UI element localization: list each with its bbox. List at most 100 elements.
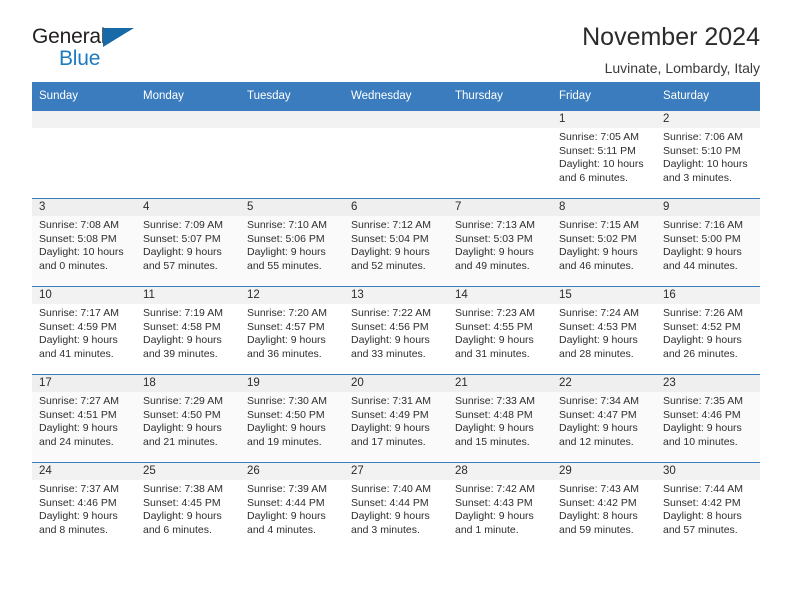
calendar-day-cell[interactable]: 13 Sunrise: 7:22 AM Sunset: 4:56 PM Dayligh… xyxy=(344,286,448,375)
calendar-body: 1 Sunrise: 7:05 AM Sunset: 5:11 PM Daylight… xyxy=(32,110,760,550)
day-detail-line: Sunrise: 7:10 AM xyxy=(247,219,327,231)
day-detail-line: Sunset: 5:00 PM xyxy=(663,232,741,245)
calendar-day-cell[interactable]: 6 Sunrise: 7:12 AM Sunset: 5:04 PM Daylight… xyxy=(344,198,448,287)
calendar-day-cell[interactable]: 28 Sunrise: 7:42 AM Sunset: 4:43 PM Dayligh… xyxy=(448,462,552,550)
calendar-day-cell[interactable]: 4 Sunrise: 7:09 AM Sunset: 5:07 PM Daylight… xyxy=(136,198,240,287)
calendar-day-cell[interactable]: 29 Sunrise: 7:43 AM Sunset: 4:42 PM Dayligh… xyxy=(552,462,656,550)
day-cell-details: Sunrise: 7:15 AM Sunset: 5:02 PM Daylight:… xyxy=(552,216,656,286)
day-detail-line: Sunrise: 7:35 AM xyxy=(663,395,743,407)
calendar-day-cell[interactable]: 5 Sunrise: 7:10 AM Sunset: 5:06 PM Daylight… xyxy=(240,198,344,287)
day-detail-line: and 24 minutes. xyxy=(39,435,114,448)
day-cell-inner: 7 Sunrise: 7:13 AM Sunset: 5:03 PM Daylight… xyxy=(448,199,552,286)
calendar-day-cell[interactable]: 18 Sunrise: 7:29 AM Sunset: 4:50 PM Dayligh… xyxy=(136,374,240,463)
calendar-day-cell[interactable]: 22 Sunrise: 7:34 AM Sunset: 4:47 PM Dayligh… xyxy=(552,374,656,463)
calendar-day-cell[interactable]: 27 Sunrise: 7:40 AM Sunset: 4:44 PM Dayligh… xyxy=(344,462,448,550)
calendar-day-cell[interactable]: 17 Sunrise: 7:27 AM Sunset: 4:51 PM Dayligh… xyxy=(32,374,136,463)
calendar-day-cell[interactable]: 25 Sunrise: 7:38 AM Sunset: 4:45 PM Dayligh… xyxy=(136,462,240,550)
calendar-day-cell[interactable]: 3 Sunrise: 7:08 AM Sunset: 5:08 PM Daylight… xyxy=(32,198,136,287)
calendar-day-cell[interactable]: 19 Sunrise: 7:30 AM Sunset: 4:50 PM Dayligh… xyxy=(240,374,344,463)
day-detail-line: Daylight: 9 hours xyxy=(143,334,222,347)
day-detail-line: Daylight: 9 hours xyxy=(559,246,638,259)
day-detail-line: and 26 minutes. xyxy=(663,347,738,360)
calendar-day-cell[interactable]: 11 Sunrise: 7:19 AM Sunset: 4:58 PM Dayligh… xyxy=(136,286,240,375)
day-detail-line: Sunrise: 7:40 AM xyxy=(351,483,431,495)
day-number: 14 xyxy=(448,287,552,304)
day-detail-line: and 6 minutes. xyxy=(559,171,628,184)
day-cell-details: Sunrise: 7:20 AM Sunset: 4:57 PM Daylight:… xyxy=(240,304,344,374)
calendar-day-cell[interactable]: 8 Sunrise: 7:15 AM Sunset: 5:02 PM Daylight… xyxy=(552,198,656,287)
day-detail-line: Sunset: 4:46 PM xyxy=(39,496,117,509)
day-number: 1 xyxy=(552,111,656,128)
day-detail-line: Daylight: 8 hours xyxy=(663,510,742,523)
day-detail-line: and 31 minutes. xyxy=(455,347,530,360)
day-cell-inner xyxy=(240,111,344,198)
day-number: 17 xyxy=(32,375,136,392)
day-cell-inner: 25 Sunrise: 7:38 AM Sunset: 4:45 PM Dayligh… xyxy=(136,463,240,550)
day-detail-line: and 55 minutes. xyxy=(247,259,322,272)
day-cell-details: Sunrise: 7:06 AM Sunset: 5:10 PM Daylight:… xyxy=(656,128,760,198)
day-number xyxy=(344,111,448,128)
day-cell-inner: 1 Sunrise: 7:05 AM Sunset: 5:11 PM Daylight… xyxy=(552,111,656,198)
day-cell-details: Sunrise: 7:23 AM Sunset: 4:55 PM Daylight:… xyxy=(448,304,552,374)
calendar-day-cell[interactable]: 16 Sunrise: 7:26 AM Sunset: 4:52 PM Dayligh… xyxy=(656,286,760,375)
day-number: 4 xyxy=(136,199,240,216)
day-cell-inner: 6 Sunrise: 7:12 AM Sunset: 5:04 PM Daylight… xyxy=(344,199,448,286)
calendar-day-cell[interactable]: 9 Sunrise: 7:16 AM Sunset: 5:00 PM Daylight… xyxy=(656,198,760,287)
day-detail-line: Sunset: 4:45 PM xyxy=(143,496,221,509)
day-cell-details xyxy=(344,128,448,198)
calendar-day-cell[interactable]: 20 Sunrise: 7:31 AM Sunset: 4:49 PM Dayligh… xyxy=(344,374,448,463)
day-detail-line: Sunset: 4:44 PM xyxy=(351,496,429,509)
day-detail-line: Daylight: 9 hours xyxy=(663,246,742,259)
day-detail-line: Sunset: 5:08 PM xyxy=(39,232,117,245)
day-cell-inner: 13 Sunrise: 7:22 AM Sunset: 4:56 PM Dayligh… xyxy=(344,287,448,374)
day-cell-details: Sunrise: 7:09 AM Sunset: 5:07 PM Daylight:… xyxy=(136,216,240,286)
day-number: 8 xyxy=(552,199,656,216)
day-detail-line: Sunrise: 7:31 AM xyxy=(351,395,431,407)
day-detail-line: and 33 minutes. xyxy=(351,347,426,360)
calendar-day-cell[interactable]: 12 Sunrise: 7:20 AM Sunset: 4:57 PM Dayligh… xyxy=(240,286,344,375)
page-title: November 2024 xyxy=(582,23,760,51)
page-subtitle: Luvinate, Lombardy, Italy xyxy=(604,60,760,76)
day-detail-line: Sunset: 4:55 PM xyxy=(455,320,533,333)
day-detail-line: Sunrise: 7:24 AM xyxy=(559,307,639,319)
day-detail-line: and 46 minutes. xyxy=(559,259,634,272)
day-detail-line: and 4 minutes. xyxy=(247,523,316,536)
day-number: 19 xyxy=(240,375,344,392)
day-cell-inner xyxy=(448,111,552,198)
day-detail-line: Daylight: 9 hours xyxy=(455,422,534,435)
calendar-day-cell[interactable]: 21 Sunrise: 7:33 AM Sunset: 4:48 PM Dayligh… xyxy=(448,374,552,463)
calendar-day-cell[interactable]: 26 Sunrise: 7:39 AM Sunset: 4:44 PM Dayligh… xyxy=(240,462,344,550)
calendar-day-cell[interactable]: 7 Sunrise: 7:13 AM Sunset: 5:03 PM Daylight… xyxy=(448,198,552,287)
day-detail-line: Daylight: 9 hours xyxy=(351,510,430,523)
day-cell-details: Sunrise: 7:10 AM Sunset: 5:06 PM Daylight:… xyxy=(240,216,344,286)
weekday-header-thursday: Thursday xyxy=(448,82,552,111)
day-detail-line: Daylight: 9 hours xyxy=(351,334,430,347)
calendar-day-cell[interactable]: 24 Sunrise: 7:37 AM Sunset: 4:46 PM Dayligh… xyxy=(32,462,136,550)
calendar-day-cell[interactable]: 2 Sunrise: 7:06 AM Sunset: 5:10 PM Daylight… xyxy=(656,110,760,199)
day-cell-inner xyxy=(136,111,240,198)
day-detail-line: Sunset: 4:44 PM xyxy=(247,496,325,509)
day-number: 22 xyxy=(552,375,656,392)
calendar-page: General Blue November 2024 Luvinate, Lom… xyxy=(0,0,792,612)
weekday-header-saturday: Saturday xyxy=(656,82,760,111)
calendar-day-cell[interactable]: 30 Sunrise: 7:44 AM Sunset: 4:42 PM Dayligh… xyxy=(656,462,760,550)
day-cell-details xyxy=(136,128,240,198)
calendar-day-cell[interactable]: 15 Sunrise: 7:24 AM Sunset: 4:53 PM Dayligh… xyxy=(552,286,656,375)
calendar-day-cell[interactable]: 1 Sunrise: 7:05 AM Sunset: 5:11 PM Daylight… xyxy=(552,110,656,199)
brand-logo[interactable]: General Blue xyxy=(32,26,152,72)
day-number: 5 xyxy=(240,199,344,216)
day-detail-line: Sunset: 4:42 PM xyxy=(663,496,741,509)
brand-name-bottom: Blue xyxy=(59,47,101,70)
calendar-day-cell[interactable]: 14 Sunrise: 7:23 AM Sunset: 4:55 PM Dayligh… xyxy=(448,286,552,375)
weekday-header-sunday: Sunday xyxy=(32,82,136,111)
day-detail-line: Daylight: 9 hours xyxy=(143,246,222,259)
day-number: 24 xyxy=(32,463,136,480)
calendar-day-cell[interactable]: 10 Sunrise: 7:17 AM Sunset: 4:59 PM Dayligh… xyxy=(32,286,136,375)
day-cell-inner: 17 Sunrise: 7:27 AM Sunset: 4:51 PM Dayligh… xyxy=(32,375,136,462)
day-cell-inner: 26 Sunrise: 7:39 AM Sunset: 4:44 PM Dayligh… xyxy=(240,463,344,550)
day-detail-line: Sunrise: 7:16 AM xyxy=(663,219,743,231)
day-detail-line: Sunrise: 7:08 AM xyxy=(39,219,119,231)
calendar-week-row: 10 Sunrise: 7:17 AM Sunset: 4:59 PM Dayligh… xyxy=(32,286,760,375)
calendar-empty-cell xyxy=(32,110,136,199)
calendar-day-cell[interactable]: 23 Sunrise: 7:35 AM Sunset: 4:46 PM Dayligh… xyxy=(656,374,760,463)
